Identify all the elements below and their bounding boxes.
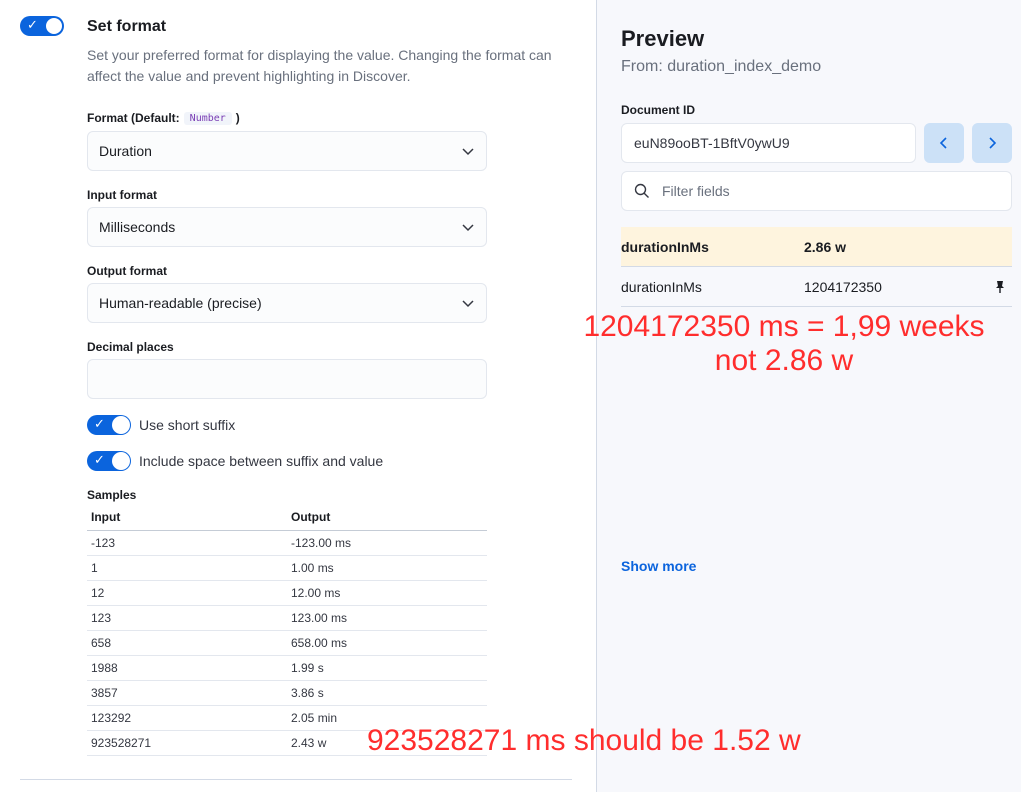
preview-field-row-formatted: durationInMs 2.86 w — [621, 227, 1012, 267]
samples-header-output: Output — [287, 505, 487, 531]
input-format-value: Milliseconds — [99, 219, 176, 235]
table-row: -123 -123.00 ms — [87, 530, 487, 556]
field-name: durationInMs — [621, 239, 709, 255]
sample-input: 123292 — [87, 705, 287, 731]
decimal-places-input[interactable] — [87, 359, 487, 399]
toggle-knob — [112, 452, 130, 470]
preview-source: From: duration_index_demo — [621, 58, 822, 75]
sample-input: 1 — [87, 555, 287, 581]
chevron-down-icon — [462, 300, 474, 308]
input-format-label: Input format — [87, 188, 157, 202]
decimal-places-label: Decimal places — [87, 340, 174, 354]
document-id-value: euN89ooBT-1BftV0ywU9 — [634, 135, 790, 151]
sample-input: 1988 — [87, 655, 287, 681]
format-select[interactable]: Duration — [87, 131, 487, 171]
chevron-down-icon — [462, 148, 474, 156]
output-format-value: Human-readable (precise) — [99, 295, 262, 311]
chevron-right-icon — [989, 137, 997, 149]
sample-input: 923528271 — [87, 730, 287, 756]
sample-input: -123 — [87, 530, 287, 556]
document-id-input[interactable]: euN89ooBT-1BftV0ywU9 — [621, 123, 916, 163]
filter-fields-input[interactable]: Filter fields — [621, 171, 1012, 211]
sample-output: -123.00 ms — [287, 530, 487, 556]
output-format-label: Output format — [87, 264, 167, 278]
input-format-select[interactable]: Milliseconds — [87, 207, 487, 247]
include-space-toggle[interactable]: ✓ — [87, 451, 131, 471]
table-row: 1 1.00 ms — [87, 555, 487, 581]
check-icon: ✓ — [94, 453, 105, 468]
format-select-value: Duration — [99, 143, 152, 159]
search-icon — [634, 183, 649, 198]
sample-input: 12 — [87, 580, 287, 606]
annotation-note-1-line-1: 1204172350 ms = 1,99 weeks — [583, 310, 985, 343]
samples-header-input: Input — [87, 505, 287, 531]
sample-output: 658.00 ms — [287, 630, 487, 656]
samples-label: Samples — [87, 488, 137, 502]
sample-output: 12.00 ms — [287, 580, 487, 606]
sample-input: 3857 — [87, 680, 287, 706]
set-format-description: Set your preferred format for displaying… — [87, 47, 552, 84]
divider — [20, 779, 572, 780]
table-row: 12 12.00 ms — [87, 580, 487, 606]
next-document-button[interactable] — [972, 123, 1012, 163]
samples-header-row: Input Output — [87, 505, 487, 531]
check-icon: ✓ — [27, 18, 38, 33]
chevron-left-icon — [939, 137, 947, 149]
table-row: 658 658.00 ms — [87, 630, 487, 656]
sample-input: 123 — [87, 605, 287, 631]
short-suffix-toggle[interactable]: ✓ — [87, 415, 131, 435]
preview-field-row-raw: durationInMs 1204172350 — [621, 267, 1012, 307]
set-format-title: Set format — [87, 18, 167, 35]
field-name: durationInMs — [621, 279, 702, 295]
chevron-down-icon — [462, 224, 474, 232]
table-row: 1988 1.99 s — [87, 655, 487, 681]
previous-document-button[interactable] — [924, 123, 964, 163]
sample-output: 123.00 ms — [287, 605, 487, 631]
toggle-knob — [112, 416, 130, 434]
field-format-panel: ✓ Set format Set your preferred format f… — [0, 0, 596, 792]
pin-icon[interactable] — [994, 280, 1006, 294]
annotation-note-1-line-2: not 2.86 w — [714, 344, 854, 377]
sample-output: 1.99 s — [287, 655, 487, 681]
annotation-note-2: 923528271 ms should be 1.52 w — [367, 724, 801, 757]
filter-placeholder: Filter fields — [662, 183, 730, 199]
include-space-label: Include space between suffix and value — [139, 453, 384, 469]
check-icon: ✓ — [94, 417, 105, 432]
preview-title: Preview — [621, 26, 705, 51]
preview-panel: Preview From: duration_index_demo Docume… — [596, 0, 1021, 792]
set-format-toggle[interactable]: ✓ — [20, 16, 64, 36]
document-id-label: Document ID — [621, 103, 696, 117]
format-label-text: Format (Default: — [87, 111, 180, 125]
table-row: 3857 3.86 s — [87, 680, 487, 706]
samples-table: Input Output -123 -123.00 ms 1 1.00 ms 12 1… — [87, 505, 487, 756]
short-suffix-label: Use short suffix — [139, 417, 236, 433]
show-more-link[interactable]: Show more — [621, 558, 696, 574]
field-value: 2.86 w — [804, 239, 847, 255]
sample-output: 1.00 ms — [287, 555, 487, 581]
format-label-suffix: ) — [235, 111, 240, 125]
sample-output: 3.86 s — [287, 680, 487, 706]
toggle-knob — [45, 17, 63, 35]
default-format-badge: Number — [183, 112, 232, 125]
format-label: Format (Default: Number) — [87, 111, 240, 125]
sample-input: 658 — [87, 630, 287, 656]
annotation-note-1: 1204172350 ms = 1,99 weeks not 2.86 w — [570, 310, 998, 378]
field-value: 1204172350 — [804, 279, 882, 295]
table-row: 123 123.00 ms — [87, 605, 487, 631]
output-format-select[interactable]: Human-readable (precise) — [87, 283, 487, 323]
